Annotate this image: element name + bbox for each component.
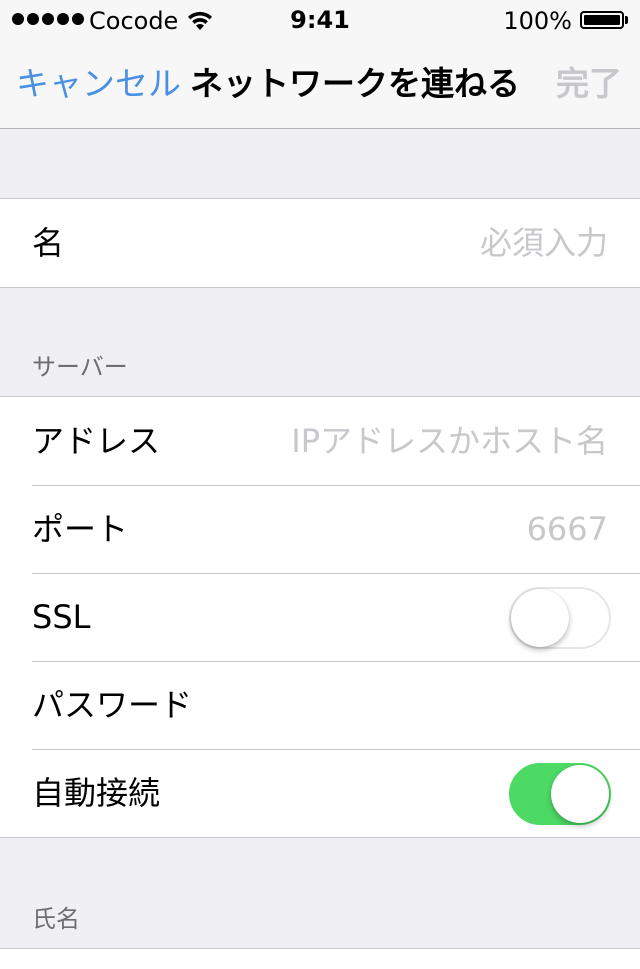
autoconnect-toggle[interactable] bbox=[509, 763, 611, 825]
name-label: 名 bbox=[32, 224, 65, 262]
address-input[interactable]: IPアドレスかホスト名 bbox=[291, 419, 608, 463]
password-cell[interactable]: パスワード bbox=[0, 661, 640, 749]
ssl-label: SSL bbox=[32, 598, 91, 636]
cancel-button[interactable]: キャンセル bbox=[16, 64, 181, 104]
status-bar: Cocode 9:41 100% bbox=[0, 0, 640, 40]
autoconnect-toggle-knob bbox=[551, 765, 609, 823]
navigation-bar: キャンセル ネットワークを連ねる 完了 bbox=[0, 40, 640, 128]
ssl-cell: SSL bbox=[0, 573, 640, 661]
server-section-header: サーバー bbox=[32, 353, 128, 381]
password-label: パスワード bbox=[32, 686, 193, 724]
name-cell[interactable]: 名 必須入力 bbox=[0, 199, 640, 287]
identity-group bbox=[0, 948, 640, 969]
battery-icon bbox=[580, 11, 624, 29]
port-label: ポート bbox=[32, 510, 129, 548]
port-input[interactable]: 6667 bbox=[527, 507, 608, 551]
battery-tip bbox=[625, 16, 628, 24]
address-cell[interactable]: アドレス IPアドレスかホスト名 bbox=[0, 397, 640, 485]
done-button[interactable]: 完了 bbox=[556, 64, 622, 104]
header-area: Cocode 9:41 100% キャンセル ネットワークを連ねる 完了 bbox=[0, 0, 640, 129]
page-title: ネットワークを連ねる bbox=[190, 64, 520, 103]
battery-percent: 100% bbox=[503, 7, 572, 35]
identity-section-header: 氏名 bbox=[32, 905, 80, 933]
address-label: アドレス bbox=[32, 422, 161, 460]
ssl-toggle[interactable] bbox=[509, 587, 611, 649]
port-cell[interactable]: ポート 6667 bbox=[0, 485, 640, 573]
name-group: 名 必須入力 bbox=[0, 198, 640, 288]
server-group: アドレス IPアドレスかホスト名 ポート 6667 SSL パスワード 自動接続 bbox=[0, 396, 640, 838]
name-input[interactable]: 必須入力 bbox=[480, 221, 608, 265]
autoconnect-label: 自動接続 bbox=[32, 774, 161, 812]
ssl-toggle-knob bbox=[511, 589, 569, 647]
autoconnect-cell: 自動接続 bbox=[0, 749, 640, 837]
